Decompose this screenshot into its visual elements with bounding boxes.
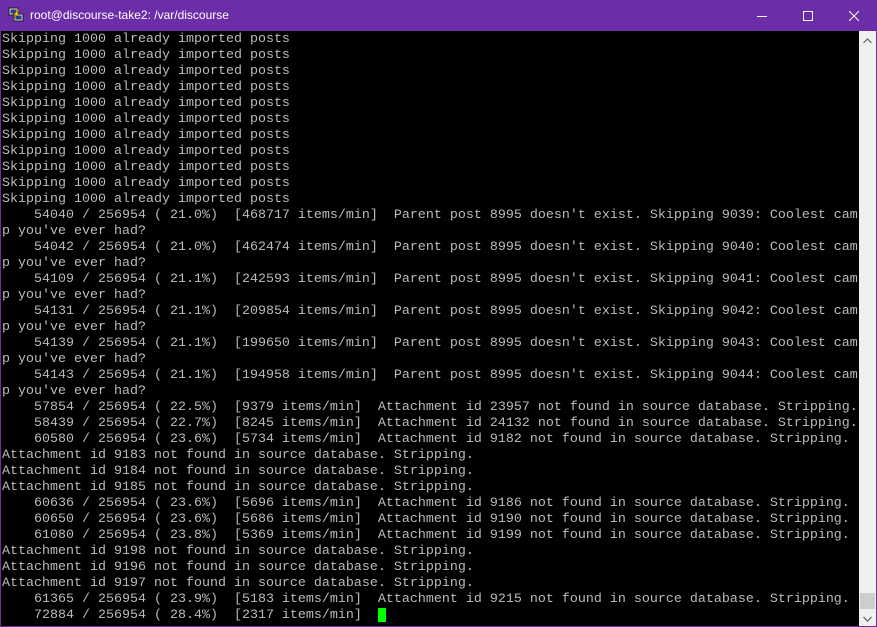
terminal-line: Attachment id 9185 not found in source d…: [2, 480, 474, 495]
terminal-line: Skipping 1000 already imported posts: [2, 192, 290, 207]
terminal-line: 58439 / 256954 ( 22.7%) [8245 items/min]…: [2, 416, 858, 431]
terminal-line: Attachment id 9184 not found in source d…: [2, 464, 474, 479]
terminal-line: Attachment id 9197 not found in source d…: [2, 576, 474, 591]
terminal-line: 61365 / 256954 ( 23.9%) [5183 items/min]…: [2, 592, 850, 607]
terminal-line: Skipping 1000 already imported posts: [2, 160, 290, 175]
terminal-cursor: [377, 608, 386, 622]
terminal-window[interactable]: Skipping 1000 already imported posts Ski…: [1, 31, 859, 626]
terminal-line: Skipping 1000 already imported posts: [2, 48, 290, 63]
terminal-line: 60636 / 256954 ( 23.6%) [5696 items/min]…: [2, 496, 850, 511]
scrollbar-thumb[interactable]: [860, 593, 875, 609]
terminal-line: 54040 / 256954 ( 21.0%) [468717 items/mi…: [2, 208, 858, 223]
putty-icon[interactable]: [8, 7, 24, 23]
terminal-line: p you've ever had?: [2, 384, 146, 399]
terminal-line: Skipping 1000 already imported posts: [2, 128, 290, 143]
terminal-line: 54109 / 256954 ( 21.1%) [242593 items/mi…: [2, 272, 858, 287]
terminal-line: p you've ever had?: [2, 352, 146, 367]
chevron-down-icon: [863, 609, 872, 627]
terminal-line: Skipping 1000 already imported posts: [2, 112, 290, 127]
title-bar[interactable]: root@discourse-take2: /var/discourse: [0, 0, 877, 31]
chevron-up-icon: [863, 31, 872, 49]
maximize-icon: [803, 10, 813, 21]
terminal-line: Skipping 1000 already imported posts: [2, 176, 290, 191]
scroll-up-button[interactable]: [859, 31, 876, 48]
terminal-line: Skipping 1000 already imported posts: [2, 80, 290, 95]
minimize-button[interactable]: [739, 0, 785, 31]
terminal-line: 60580 / 256954 ( 23.6%) [5734 items/min]…: [2, 432, 850, 447]
terminal-line: p you've ever had?: [2, 224, 146, 239]
terminal-line: 54143 / 256954 ( 21.1%) [194958 items/mi…: [2, 368, 858, 383]
terminal-line: Skipping 1000 already imported posts: [2, 32, 290, 47]
terminal-line: 57854 / 256954 ( 22.5%) [9379 items/min]…: [2, 400, 858, 415]
terminal-line: Skipping 1000 already imported posts: [2, 64, 290, 79]
terminal-line: 60650 / 256954 ( 23.6%) [5686 items/min]…: [2, 512, 850, 527]
terminal-prompt-line: 72884 / 256954 ( 28.4%) [2317 items/min]: [2, 608, 859, 624]
terminal-line: 54139 / 256954 ( 21.1%) [199650 items/mi…: [2, 336, 858, 351]
terminal-line: p you've ever had?: [2, 320, 146, 335]
minimize-icon: [757, 11, 767, 21]
terminal-line-text: 72884 / 256954 ( 28.4%) [2317 items/min]: [2, 608, 378, 623]
terminal-line: 54131 / 256954 ( 21.1%) [209854 items/mi…: [2, 304, 858, 319]
terminal-line: 61080 / 256954 ( 23.8%) [5369 items/min]…: [2, 528, 850, 543]
terminal-line: p you've ever had?: [2, 288, 146, 303]
vertical-scrollbar[interactable]: [859, 31, 876, 626]
terminal-line: 54042 / 256954 ( 21.0%) [462474 items/mi…: [2, 240, 858, 255]
close-icon: [849, 10, 859, 21]
terminal-line: Skipping 1000 already imported posts: [2, 96, 290, 111]
terminal-line: p you've ever had?: [2, 256, 146, 271]
terminal-line: Skipping 1000 already imported posts: [2, 144, 290, 159]
terminal-line: Attachment id 9183 not found in source d…: [2, 448, 474, 463]
terminal-output[interactable]: Skipping 1000 already imported posts Ski…: [1, 31, 859, 624]
terminal-line: Attachment id 9196 not found in source d…: [2, 560, 474, 575]
terminal-line: Attachment id 9198 not found in source d…: [2, 544, 474, 559]
close-button[interactable]: [831, 0, 877, 31]
window-title: root@discourse-take2: /var/discourse: [30, 8, 229, 22]
scroll-down-button[interactable]: [859, 609, 876, 626]
maximize-button[interactable]: [785, 0, 831, 31]
